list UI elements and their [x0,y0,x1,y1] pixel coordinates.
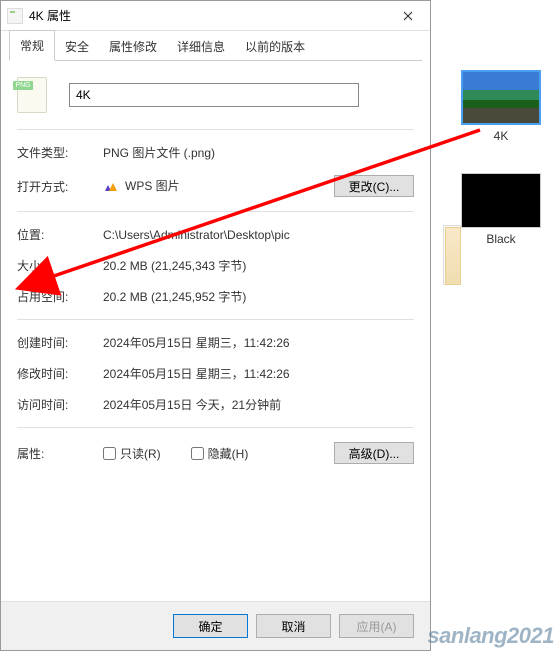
label-location: 位置: [17,226,103,243]
thumbnail-black-image [461,173,541,228]
thumbnail-black-label: Black [461,232,541,246]
openwith-text: WPS 图片 [125,179,180,193]
tab-general[interactable]: 常规 [9,30,55,61]
file-header: PNG [17,77,414,113]
row-sizeondisk: 占用空间: 20.2 MB (21,245,952 字节) [17,288,414,305]
divider [17,427,414,428]
change-button[interactable]: 更改(C)... [334,175,414,197]
tab-security[interactable]: 安全 [55,32,99,61]
row-location: 位置: C:\Users\Administrator\Desktop\pic [17,226,414,243]
value-location: C:\Users\Administrator\Desktop\pic [103,228,414,242]
readonly-checkbox[interactable] [103,447,116,460]
row-created: 创建时间: 2024年05月15日 星期三，11:42:26 [17,334,414,351]
advanced-button[interactable]: 高级(D)... [334,442,414,464]
titlebar: 4K 属性 [1,1,430,31]
label-filetype: 文件类型: [17,144,103,161]
title-text: 4K 属性 [29,7,385,24]
properties-dialog: 4K 属性 常规 安全 属性修改 详细信息 以前的版本 PNG 文件类型: PN… [0,0,431,651]
value-accessed: 2024年05月15日 今天，21分钟前 [103,396,414,413]
value-sizeondisk: 20.2 MB (21,245,952 字节) [103,288,414,305]
cancel-button[interactable]: 取消 [256,614,331,638]
label-attributes: 属性: [17,445,103,462]
close-icon [403,11,413,21]
tab-property-modify[interactable]: 属性修改 [99,32,167,61]
title-icon [7,8,23,24]
label-size: 大小: [17,257,103,274]
row-modified: 修改时间: 2024年05月15日 星期三，11:42:26 [17,365,414,382]
tab-previous[interactable]: 以前的版本 [235,32,315,61]
row-accessed: 访问时间: 2024年05月15日 今天，21分钟前 [17,396,414,413]
thumbnail-partial [443,225,461,285]
value-created: 2024年05月15日 星期三，11:42:26 [103,334,414,351]
wps-icon [103,179,119,195]
hidden-text: 隐藏(H) [208,445,249,462]
file-icon: PNG [17,77,49,113]
row-filetype: 文件类型: PNG 图片文件 (.png) [17,144,414,161]
dialog-buttons: 确定 取消 应用(A) [1,601,430,650]
row-attributes: 属性: 只读(R) 隐藏(H) 高级(D)... [17,442,414,464]
hidden-checkbox[interactable] [191,447,204,460]
tab-detail[interactable]: 详细信息 [167,32,235,61]
apply-button[interactable]: 应用(A) [339,614,414,638]
ok-button[interactable]: 确定 [173,614,248,638]
label-openwith: 打开方式: [17,178,103,195]
filename-input[interactable] [69,83,359,107]
label-sizeondisk: 占用空间: [17,288,103,305]
value-modified: 2024年05月15日 星期三，11:42:26 [103,365,414,382]
row-openwith: 打开方式: WPS 图片 更改(C)... [17,175,414,197]
divider [17,319,414,320]
value-filetype: PNG 图片文件 (.png) [103,144,414,161]
readonly-checkbox-label[interactable]: 只读(R) [103,445,161,462]
tabs: 常规 安全 属性修改 详细信息 以前的版本 [1,31,430,61]
label-modified: 修改时间: [17,365,103,382]
thumbnail-4k-label: 4K [461,129,541,143]
divider [17,129,414,130]
watermark: sanlang2021 [427,623,554,649]
close-button[interactable] [385,1,430,31]
hidden-checkbox-label[interactable]: 隐藏(H) [191,445,249,462]
divider [17,211,414,212]
row-size: 大小: 20.2 MB (21,245,343 字节) [17,257,414,274]
label-created: 创建时间: [17,334,103,351]
explorer-thumbnails: 4K Black [446,70,556,256]
thumbnail-black[interactable]: Black [461,173,541,246]
readonly-text: 只读(R) [120,445,161,462]
value-openwith: WPS 图片 [103,177,334,195]
thumbnail-4k[interactable]: 4K [461,70,541,143]
value-size: 20.2 MB (21,245,343 字节) [103,257,414,274]
thumbnail-4k-image [461,70,541,125]
label-accessed: 访问时间: [17,396,103,413]
content-panel: PNG 文件类型: PNG 图片文件 (.png) 打开方式: WPS 图片 更… [1,61,430,601]
